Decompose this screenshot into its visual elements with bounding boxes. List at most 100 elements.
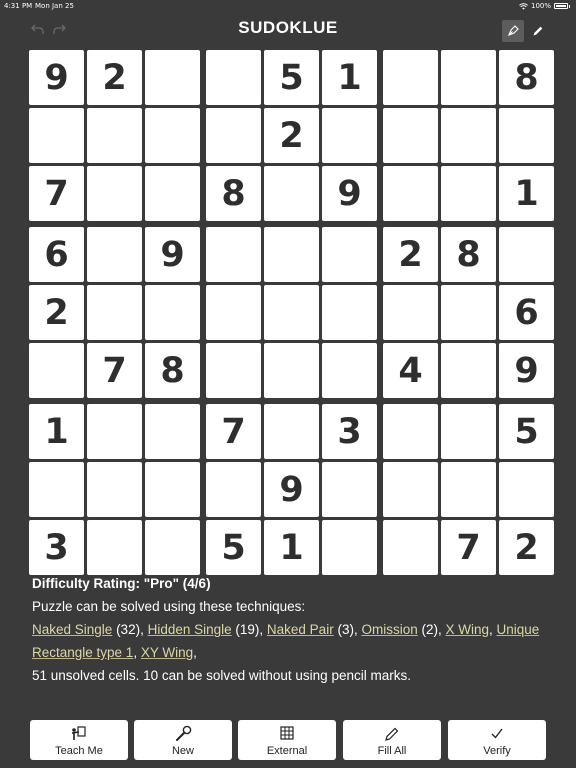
sudoku-cell-r2c1[interactable] <box>29 108 84 163</box>
sudoku-cell-r5c9[interactable]: 6 <box>499 285 554 340</box>
sudoku-cell-r9c6[interactable] <box>322 520 377 575</box>
sudoku-cell-r9c4[interactable]: 5 <box>206 520 261 575</box>
verify-button[interactable]: Verify <box>448 720 546 760</box>
sudoku-cell-r6c6[interactable] <box>322 343 377 398</box>
technique-link[interactable]: X Wing <box>446 622 490 637</box>
technique-link[interactable]: Naked Single <box>32 622 112 637</box>
sudoku-cell-r7c4[interactable]: 7 <box>206 404 261 459</box>
sudoku-cell-r8c4[interactable] <box>206 462 261 517</box>
sudoku-cell-r9c8[interactable]: 7 <box>441 520 496 575</box>
sudoku-cell-r5c5[interactable] <box>264 285 319 340</box>
sudoku-cell-r7c9[interactable]: 5 <box>499 404 554 459</box>
status-time: 4:31 PM <box>4 2 33 10</box>
sudoku-cell-r7c3[interactable] <box>145 404 200 459</box>
sudoku-cell-r6c9[interactable]: 9 <box>499 343 554 398</box>
sudoku-cell-r4c8[interactable]: 8 <box>441 227 496 282</box>
sudoku-cell-r1c2[interactable]: 2 <box>87 50 142 105</box>
sudoku-cell-r3c4[interactable]: 8 <box>206 166 261 221</box>
sudoku-cell-r5c1[interactable]: 2 <box>29 285 84 340</box>
sudoku-cell-r2c3[interactable] <box>145 108 200 163</box>
sudoku-cell-r3c6[interactable]: 9 <box>322 166 377 221</box>
sudoku-cell-r5c7[interactable] <box>383 285 438 340</box>
sudoku-cell-r4c2[interactable] <box>87 227 142 282</box>
sudoku-cell-r1c6[interactable]: 1 <box>322 50 377 105</box>
sudoku-cell-r2c5[interactable]: 2 <box>264 108 319 163</box>
sudoku-cell-r1c3[interactable] <box>145 50 200 105</box>
sudoku-cell-r2c9[interactable] <box>499 108 554 163</box>
sudoku-cell-r2c4[interactable] <box>206 108 261 163</box>
sudoku-cell-r1c8[interactable] <box>441 50 496 105</box>
sudoku-cell-r4c6[interactable] <box>322 227 377 282</box>
external-label: External <box>266 745 308 757</box>
fill-all-label: Fill All <box>377 745 407 757</box>
sudoku-cell-r8c9[interactable] <box>499 462 554 517</box>
technique-link[interactable]: XY Wing <box>141 645 193 660</box>
sudoku-cell-r6c5[interactable] <box>264 343 319 398</box>
technique-link[interactable]: Naked Pair <box>267 622 334 637</box>
presenter-board-icon <box>71 726 86 740</box>
sudoku-cell-r5c4[interactable] <box>206 285 261 340</box>
sudoku-cell-r4c7[interactable]: 2 <box>383 227 438 282</box>
sudoku-cell-r5c3[interactable] <box>145 285 200 340</box>
technique-link[interactable]: Hidden Single <box>148 622 232 637</box>
sudoku-cell-r7c8[interactable] <box>441 404 496 459</box>
sudoku-cell-r8c2[interactable] <box>87 462 142 517</box>
sudoku-cell-r2c6[interactable] <box>322 108 377 163</box>
sudoku-cell-r2c8[interactable] <box>441 108 496 163</box>
external-button[interactable]: External <box>238 720 336 760</box>
sudoku-cell-r7c6[interactable]: 3 <box>322 404 377 459</box>
sudoku-cell-r4c1[interactable]: 6 <box>29 227 84 282</box>
sudoku-cell-r7c7[interactable] <box>383 404 438 459</box>
sudoku-cell-r6c8[interactable] <box>441 343 496 398</box>
sudoku-cell-r3c7[interactable] <box>383 166 438 221</box>
sudoku-cell-r4c3[interactable]: 9 <box>145 227 200 282</box>
sudoku-cell-r3c2[interactable] <box>87 166 142 221</box>
sudoku-cell-r3c9[interactable]: 1 <box>499 166 554 221</box>
sudoku-cell-r8c5[interactable]: 9 <box>264 462 319 517</box>
sudoku-cell-r6c7[interactable]: 4 <box>383 343 438 398</box>
sudoku-cell-r8c7[interactable] <box>383 462 438 517</box>
sudoku-cell-r3c3[interactable] <box>145 166 200 221</box>
sudoku-cell-r5c6[interactable] <box>322 285 377 340</box>
sudoku-cell-r9c5[interactable]: 1 <box>264 520 319 575</box>
sudoku-cell-r6c2[interactable]: 7 <box>87 343 142 398</box>
sudoku-cell-r6c4[interactable] <box>206 343 261 398</box>
sudoku-cell-r1c1[interactable]: 9 <box>29 50 84 105</box>
sudoku-cell-r4c5[interactable] <box>264 227 319 282</box>
sudoku-cell-r6c1[interactable] <box>29 343 84 398</box>
sudoku-cell-r6c3[interactable]: 8 <box>145 343 200 398</box>
sudoku-cell-r1c9[interactable]: 8 <box>499 50 554 105</box>
pencil-mode-button[interactable] <box>527 20 549 42</box>
sudoku-cell-r3c5[interactable] <box>264 166 319 221</box>
sudoku-cell-r9c2[interactable] <box>87 520 142 575</box>
sudoku-cell-r3c8[interactable] <box>441 166 496 221</box>
sudoku-cell-r1c4[interactable] <box>206 50 261 105</box>
sudoku-cell-r8c8[interactable] <box>441 462 496 517</box>
sudoku-cell-r9c7[interactable] <box>383 520 438 575</box>
sudoku-cell-r7c1[interactable]: 1 <box>29 404 84 459</box>
technique-count: (2), <box>417 622 446 637</box>
sudoku-cell-r7c5[interactable] <box>264 404 319 459</box>
sudoku-cell-r1c5[interactable]: 5 <box>264 50 319 105</box>
sudoku-cell-r9c9[interactable]: 2 <box>499 520 554 575</box>
fill-all-button[interactable]: Fill All <box>343 720 441 760</box>
sudoku-cell-r1c7[interactable] <box>383 50 438 105</box>
sudoku-cell-r4c9[interactable] <box>499 227 554 282</box>
new-button[interactable]: New <box>134 720 232 760</box>
technique-link[interactable]: Omission <box>361 622 417 637</box>
sudoku-cell-r3c1[interactable]: 7 <box>29 166 84 221</box>
teach-me-button[interactable]: Teach Me <box>30 720 128 760</box>
sudoku-cell-r8c6[interactable] <box>322 462 377 517</box>
sudoku-cell-r4c4[interactable] <box>206 227 261 282</box>
sudoku-cell-r5c2[interactable] <box>87 285 142 340</box>
pen-mode-button[interactable] <box>502 20 524 42</box>
sudoku-cell-r9c3[interactable] <box>145 520 200 575</box>
sudoku-cell-r8c3[interactable] <box>145 462 200 517</box>
sudoku-cell-r9c1[interactable]: 3 <box>29 520 84 575</box>
sudoku-cell-r7c2[interactable] <box>87 404 142 459</box>
sudoku-cell-r8c1[interactable] <box>29 462 84 517</box>
sudoku-cell-r2c2[interactable] <box>87 108 142 163</box>
difficulty-rating: Difficulty Rating: "Pro" (4/6) <box>32 576 211 591</box>
sudoku-cell-r5c8[interactable] <box>441 285 496 340</box>
sudoku-cell-r2c7[interactable] <box>383 108 438 163</box>
